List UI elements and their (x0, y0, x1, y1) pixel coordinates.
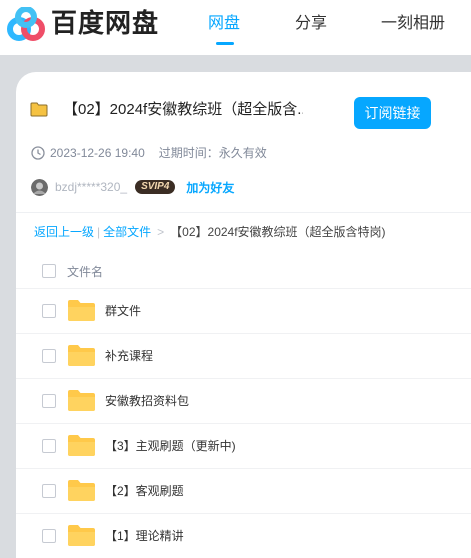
clock-icon (31, 146, 45, 160)
list-item[interactable]: 【1】理论精讲 (16, 513, 471, 558)
breadcrumb-back-link[interactable]: 返回上一级 (34, 225, 94, 239)
subscribe-button[interactable]: 订阅链接 (354, 97, 431, 129)
file-name[interactable]: 【2】客观刷题 (105, 483, 184, 499)
row-checkbox[interactable] (42, 349, 56, 363)
breadcrumb-current: 【02】2024f安徽教综班（超全版含特岗) (170, 225, 386, 239)
share-date: 2023-12-26 19:40 (50, 146, 145, 160)
folder-icon (68, 480, 95, 501)
expire-info: 过期时间：永久有效 (158, 146, 267, 160)
row-checkbox[interactable] (42, 394, 56, 408)
folder-icon (30, 102, 48, 117)
file-name[interactable]: 【3】主观刷题（更新中) (105, 438, 236, 454)
row-checkbox[interactable] (42, 529, 56, 543)
nav-share[interactable]: 分享 (295, 14, 327, 34)
nav-moment-album[interactable]: 一刻相册 (381, 14, 445, 34)
nav-netdisk[interactable]: 网盘 (208, 14, 240, 34)
list-item[interactable]: 群文件 (16, 288, 471, 333)
divider (16, 212, 471, 213)
row-checkbox[interactable] (42, 304, 56, 318)
list-item[interactable]: 安徽教招资料包 (16, 378, 471, 423)
file-name[interactable]: 安徽教招资料包 (105, 393, 189, 409)
top-header: 百度网盘 网盘 分享 一刻相册 (0, 0, 471, 55)
avatar[interactable] (31, 178, 48, 196)
chevron-right-icon: > (157, 225, 165, 239)
folder-icon (68, 525, 95, 546)
breadcrumb-all-files-link[interactable]: 全部文件 (103, 225, 151, 239)
add-friend-link[interactable]: 加为好友 (186, 179, 234, 196)
sharer-username[interactable]: bzdj*****320_ (55, 180, 127, 194)
share-card: 【02】2024f安徽教综班（超全版含... 订阅链接 2023-12-26 1… (16, 72, 471, 558)
column-header-filename[interactable]: 文件名 (67, 263, 103, 280)
row-checkbox[interactable] (42, 439, 56, 453)
folder-icon (68, 435, 95, 456)
folder-icon (68, 390, 95, 411)
brand-name[interactable]: 百度网盘 (51, 8, 159, 40)
file-name[interactable]: 群文件 (105, 303, 141, 319)
breadcrumb-separator: | (97, 225, 101, 239)
svip-badge: SVIP4 (135, 180, 176, 194)
folder-icon (68, 345, 95, 366)
share-meta: 2023-12-26 19:40 过期时间：永久有效 (31, 145, 267, 161)
file-list-header: 文件名 (16, 254, 471, 288)
list-item[interactable]: 【2】客观刷题 (16, 468, 471, 513)
file-name[interactable]: 【1】理论精讲 (105, 528, 184, 544)
breadcrumb: 返回上一级 | 全部文件 > 【02】2024f安徽教综班（超全版含特岗) (34, 224, 386, 240)
baidu-netdisk-logo[interactable] (6, 7, 46, 43)
row-checkbox[interactable] (42, 484, 56, 498)
select-all-checkbox[interactable] (42, 264, 56, 278)
sharer-info: bzdj*****320_ SVIP4 加为好友 (31, 178, 234, 196)
file-name[interactable]: 补充课程 (105, 348, 153, 364)
share-title: 【02】2024f安徽教综班（超全版含... (63, 101, 303, 118)
list-item[interactable]: 【3】主观刷题（更新中) (16, 423, 471, 468)
folder-icon (68, 300, 95, 321)
nav-active-indicator (216, 42, 234, 45)
list-item[interactable]: 补充课程 (16, 333, 471, 378)
